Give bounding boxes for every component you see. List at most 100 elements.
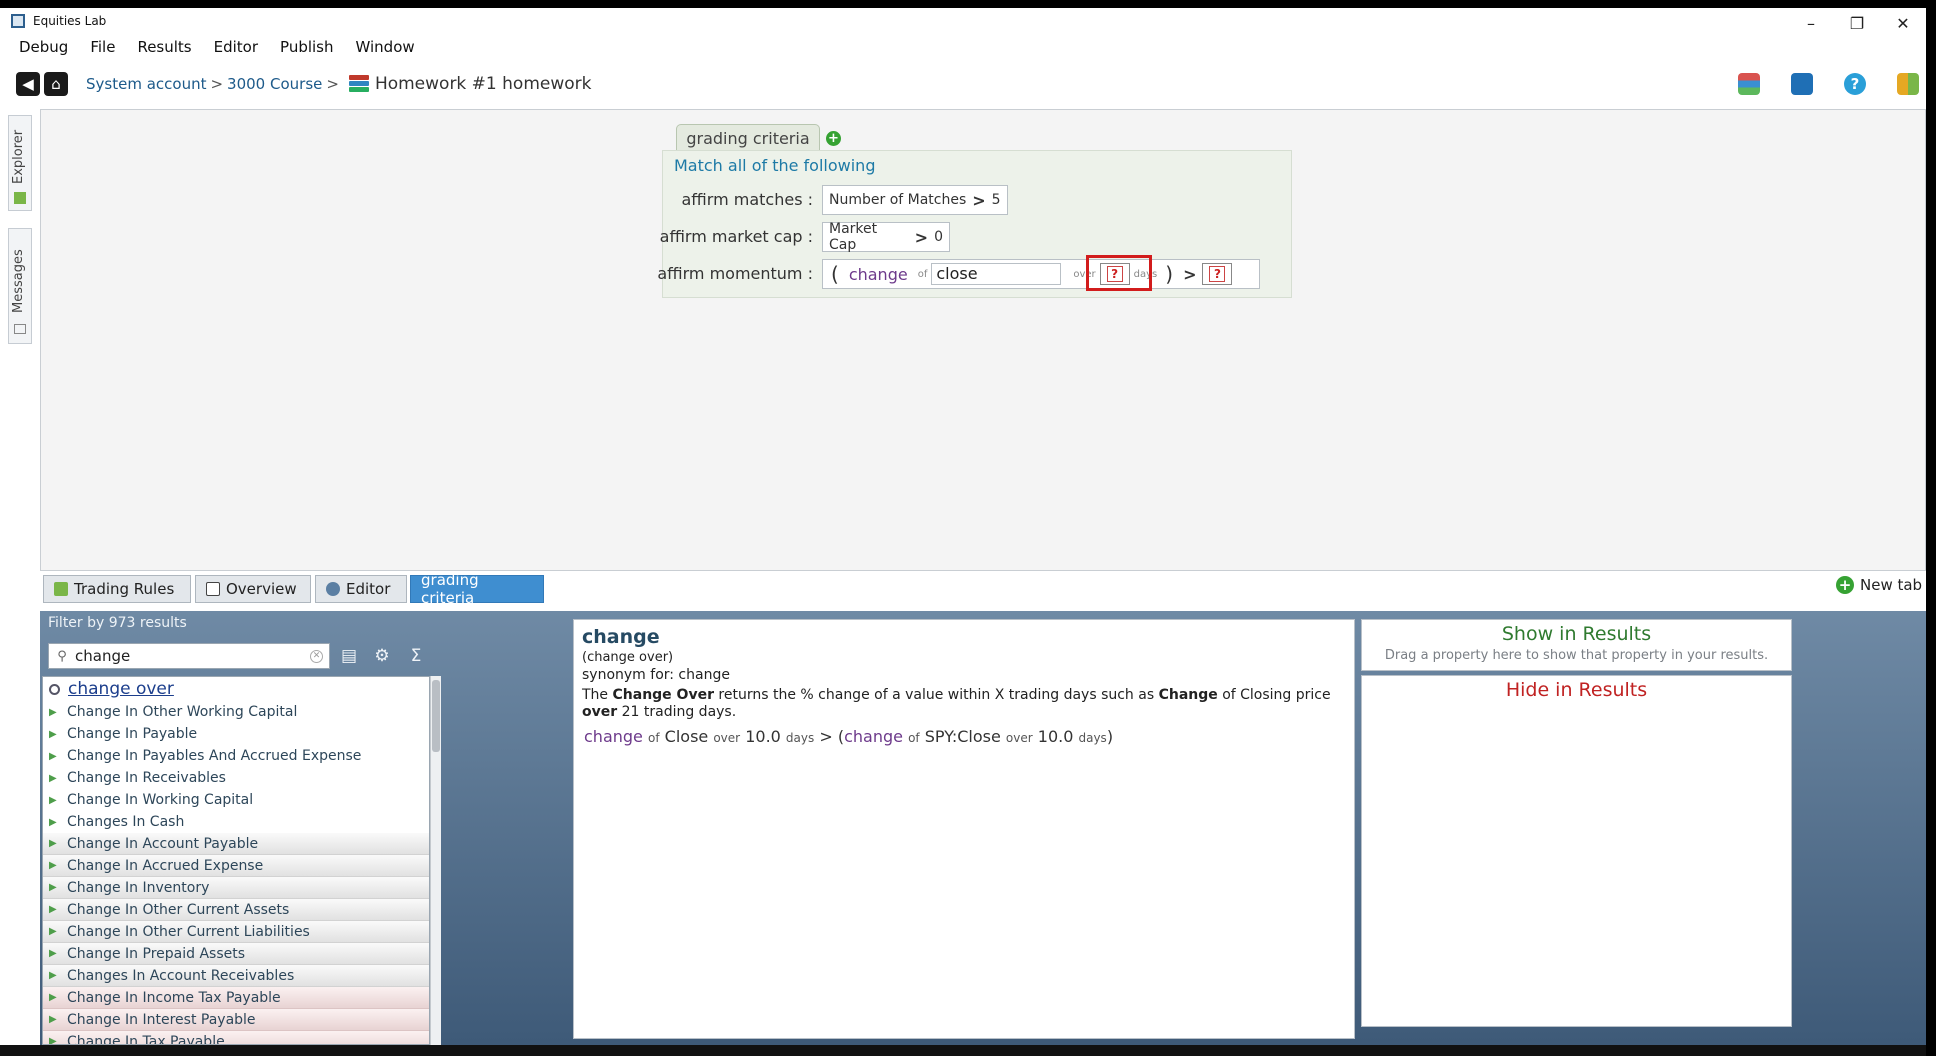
- description-subtitle: (change over): [582, 650, 674, 665]
- list-item-label: Change In Receivables: [67, 770, 226, 786]
- list-item[interactable]: ▶ Change In Inventory: [43, 877, 429, 899]
- list-item-label: Change In Tax Payable: [67, 1033, 225, 1045]
- rule-label-market-cap: affirm market cap :: [659, 227, 813, 246]
- show-in-results-dropzone[interactable]: Show in Results Drag a property here to …: [1361, 619, 1792, 671]
- results-scrollbar[interactable]: [430, 676, 441, 1045]
- body-bold: over: [582, 704, 618, 720]
- gear-icon[interactable]: ⚙: [372, 646, 392, 666]
- rule-momentum-expression[interactable]: ( change of close over ? days ) > ?: [822, 259, 1260, 289]
- breadcrumb-course[interactable]: 3000 Course: [227, 75, 322, 93]
- tab-trading-rules[interactable]: Trading Rules: [43, 575, 191, 603]
- menu-editor[interactable]: Editor: [203, 38, 269, 56]
- plus-icon: +: [1836, 576, 1854, 594]
- example-keyword: days: [1078, 731, 1107, 745]
- menu-file[interactable]: File: [79, 38, 126, 56]
- exit-icon[interactable]: [1897, 73, 1919, 95]
- right-edge: [1926, 0, 1936, 1056]
- restore-icon[interactable]: ❐: [1842, 14, 1872, 33]
- list-item[interactable]: ▶ Change In Receivables: [43, 767, 429, 789]
- body-text: 21 trading days.: [617, 704, 737, 720]
- list-item-label: Change In Other Current Liabilities: [67, 923, 310, 940]
- description-title: change: [582, 626, 660, 648]
- arrow-icon: ▶: [49, 926, 57, 937]
- rule-field: Number of Matches: [829, 192, 967, 208]
- sigma-icon[interactable]: Σ: [406, 646, 426, 666]
- arrow-icon: ▶: [49, 838, 57, 849]
- example-keyword: over: [1005, 731, 1033, 745]
- breadcrumb: ◀ ⌂ System account > 3000 Course > Homew…: [0, 61, 1936, 107]
- library-icon[interactable]: [1738, 73, 1760, 95]
- home-icon[interactable]: ⌂: [44, 72, 68, 96]
- tab-editor[interactable]: Editor: [315, 575, 407, 603]
- list-item[interactable]: ▶ Change In Tax Payable: [43, 1031, 429, 1045]
- example-value: 10.0: [745, 727, 781, 746]
- search-input[interactable]: ⚲ change ✕: [48, 643, 330, 669]
- list-item-label: Change In Accrued Expense: [67, 857, 264, 874]
- new-tab-button[interactable]: + New tab: [1836, 576, 1922, 594]
- add-criteria-icon[interactable]: +: [826, 131, 841, 146]
- menu-publish[interactable]: Publish: [269, 38, 344, 56]
- list-item[interactable]: ▶ Change In Interest Payable: [43, 1009, 429, 1031]
- rule-market-cap-expression[interactable]: Market Cap > 0: [822, 221, 950, 253]
- list-item[interactable]: ▶ Change In Other Current Assets: [43, 899, 429, 921]
- hide-in-results-dropzone[interactable]: Hide in Results: [1361, 675, 1792, 1027]
- close-input[interactable]: close: [931, 263, 1062, 285]
- list-item[interactable]: ▶ Changes In Cash: [43, 811, 429, 833]
- list-item[interactable]: ▶ Change In Payables And Accrued Expense: [43, 745, 429, 767]
- function-icon: [49, 683, 60, 695]
- list-item[interactable]: ▶ Change In Working Capital: [43, 789, 429, 811]
- rule-matches-expression[interactable]: Number of Matches > 5: [822, 185, 1008, 215]
- list-item-label: Change In Working Capital: [67, 792, 254, 808]
- tab-grading-criteria[interactable]: grading criteria: [410, 571, 544, 607]
- list-item[interactable]: ▶ Changes In Account Receivables: [43, 965, 429, 987]
- arrow-icon: ▶: [49, 728, 57, 740]
- close-icon[interactable]: ✕: [1888, 14, 1918, 33]
- breadcrumb-current: Homework #1 homework: [374, 74, 592, 94]
- breadcrumb-system-account[interactable]: System account: [86, 75, 206, 93]
- search-value: change: [75, 647, 131, 665]
- tab-overview[interactable]: Overview: [195, 575, 311, 603]
- tab-explorer[interactable]: Explorer: [8, 115, 32, 211]
- example-operator: > (: [819, 727, 845, 746]
- breadcrumb-separator: >: [210, 75, 224, 93]
- save-icon[interactable]: [1791, 73, 1813, 95]
- list-item[interactable]: ▶ Change In Payable: [43, 723, 429, 745]
- list-item[interactable]: ▶ Change In Accrued Expense: [43, 855, 429, 877]
- arrow-icon: ▶: [49, 1014, 57, 1025]
- menu-window[interactable]: Window: [345, 38, 426, 56]
- minimize-icon[interactable]: –: [1796, 14, 1826, 33]
- list-view-icon[interactable]: ▤: [339, 646, 359, 666]
- menu-debug[interactable]: Debug: [8, 38, 79, 56]
- list-item[interactable]: ▶ Change In Account Payable: [43, 833, 429, 855]
- rule-field: Market Cap: [829, 221, 878, 253]
- arrow-icon: ▶: [49, 904, 57, 915]
- list-item-label: Change In Income Tax Payable: [67, 989, 281, 1006]
- rule-value[interactable]: 5: [992, 192, 1001, 208]
- books-icon: [348, 75, 369, 93]
- list-item-label: Change In Other Current Assets: [67, 901, 290, 918]
- function-change[interactable]: change: [849, 265, 908, 284]
- back-icon[interactable]: ◀: [16, 72, 40, 96]
- list-item[interactable]: ▶ Change In Prepaid Assets: [43, 943, 429, 965]
- grading-criteria-tab[interactable]: grading criteria: [676, 124, 820, 152]
- clear-icon[interactable]: ✕: [310, 649, 323, 663]
- list-item[interactable]: ▶ Change In Income Tax Payable: [43, 987, 429, 1009]
- rule-label-momentum: affirm momentum :: [657, 264, 813, 283]
- rule-value[interactable]: 0: [934, 229, 943, 245]
- scroll-thumb[interactable]: [432, 680, 440, 752]
- arrow-icon: ▶: [49, 772, 57, 784]
- list-item[interactable]: change over: [43, 677, 429, 701]
- tab-messages[interactable]: Messages: [8, 228, 32, 344]
- description-synonym: synonym for: change: [582, 667, 730, 683]
- menu-bar: Debug File Results Editor Publish Window: [0, 33, 1936, 61]
- value-placeholder-button[interactable]: ?: [1202, 263, 1233, 285]
- explorer-icon: [14, 192, 26, 204]
- list-item[interactable]: ▶ Change In Other Working Capital: [43, 701, 429, 723]
- help-icon[interactable]: ?: [1844, 73, 1866, 95]
- menu-results[interactable]: Results: [126, 38, 202, 56]
- list-item[interactable]: ▶ Change In Other Current Liabilities: [43, 921, 429, 943]
- close-paren: ): [1165, 262, 1174, 286]
- title-bar: Equities Lab – ❐ ✕: [0, 0, 1936, 33]
- show-in-results-hint: Drag a property here to show that proper…: [1384, 648, 1769, 663]
- tab-label: grading criteria: [421, 571, 479, 607]
